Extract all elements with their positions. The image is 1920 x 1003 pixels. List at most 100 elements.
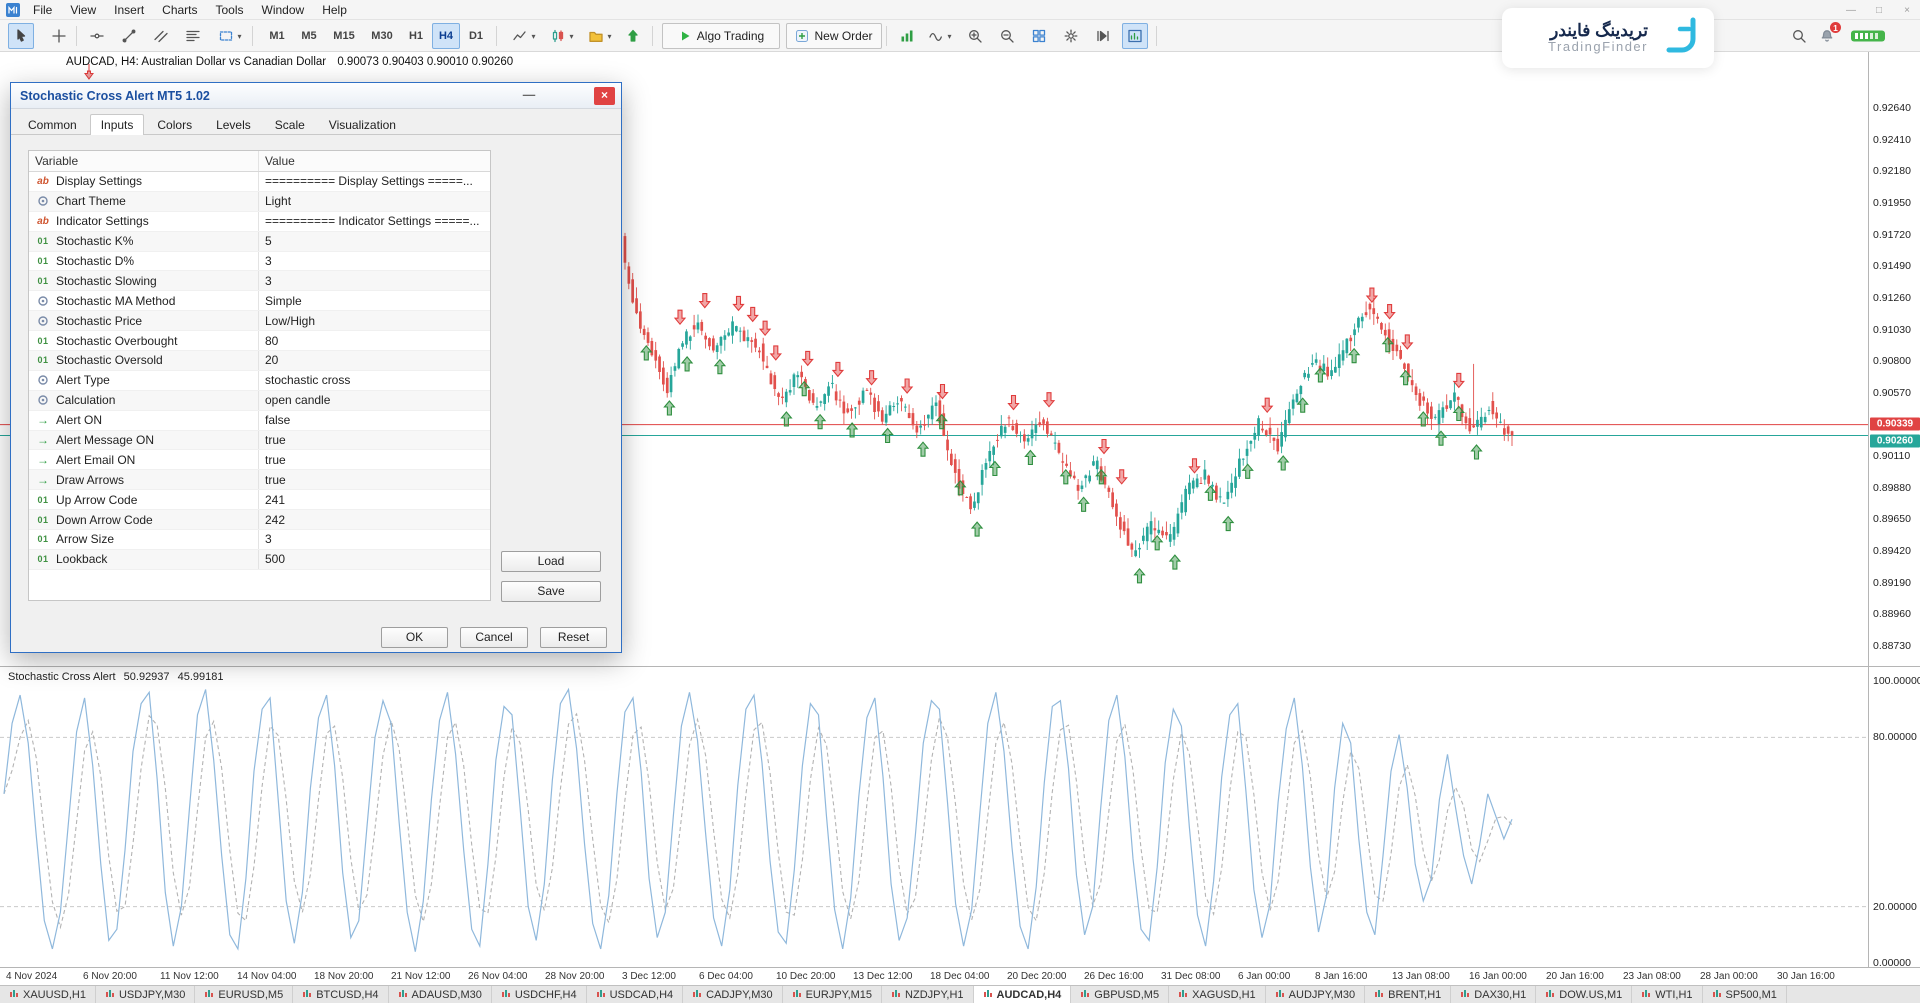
symbol-tab-adausd-m30[interactable]: ADAUSD,M30 [389, 986, 492, 1003]
param-row-up-arrow-code[interactable]: 01Up Arrow Code241 [29, 490, 490, 510]
param-row-alert-type[interactable]: Alert Typestochastic cross [29, 371, 490, 391]
menu-insert[interactable]: Insert [105, 0, 153, 19]
param-value[interactable]: 20 [259, 351, 490, 370]
shapes-tool[interactable]: ▾ [212, 23, 248, 49]
param-value[interactable]: stochastic cross [259, 371, 490, 390]
param-row-alert-on[interactable]: →Alert ONfalse [29, 411, 490, 431]
param-value[interactable]: true [259, 470, 490, 489]
tf-M30[interactable]: M30 [364, 23, 400, 49]
param-value[interactable]: Low/High [259, 311, 490, 330]
param-row-stochastic-ma-method[interactable]: Stochastic MA MethodSimple [29, 291, 490, 311]
new-order-button[interactable]: New Order [786, 23, 882, 49]
tf-D1[interactable]: D1 [462, 23, 490, 49]
param-value[interactable]: 3 [259, 252, 490, 271]
param-value[interactable]: 3 [259, 530, 490, 549]
param-value[interactable]: false [259, 411, 490, 430]
stochastic-panel[interactable]: Stochastic Cross Alert 50.92937 45.99181 [0, 666, 1868, 967]
price-axis[interactable]: 0.926400.924100.921800.919500.917200.914… [1868, 52, 1920, 666]
param-value[interactable]: 5 [259, 232, 490, 251]
param-value[interactable]: 500 [259, 550, 490, 569]
param-row-stochastic-k[interactable]: 01Stochastic K%5 [29, 232, 490, 252]
symbol-tab-xagusd-h1[interactable]: XAGUSD,H1 [1169, 986, 1266, 1003]
dialog-close-icon[interactable]: × [594, 87, 615, 105]
equidistant-channel-tool[interactable] [148, 23, 174, 49]
param-row-alert-email-on[interactable]: →Alert Email ONtrue [29, 450, 490, 470]
param-row-stochastic-d[interactable]: 01Stochastic D%3 [29, 252, 490, 272]
param-value[interactable]: ========== Indicator Settings =====... [259, 212, 490, 231]
param-row-lookback[interactable]: 01Lookback500 [29, 550, 490, 570]
symbol-tab-gbpusd-m5[interactable]: GBPUSD,M5 [1071, 986, 1169, 1003]
connection-status[interactable] [1846, 23, 1890, 49]
param-value[interactable]: true [259, 431, 490, 450]
symbol-tab-usdcad-h4[interactable]: USDCAD,H4 [587, 986, 684, 1003]
symbol-tab-usdchf-h4[interactable]: USDCHF,H4 [492, 986, 587, 1003]
objects-list[interactable]: ▾ [922, 23, 958, 49]
param-value[interactable]: 242 [259, 510, 490, 529]
symbol-tab-eurjpy-m15[interactable]: EURJPY,M15 [783, 986, 882, 1003]
tab-colors[interactable]: Colors [146, 114, 203, 134]
tf-M15[interactable]: M15 [326, 23, 362, 49]
param-value[interactable]: Light [259, 192, 490, 211]
tab-inputs[interactable]: Inputs [90, 114, 145, 135]
algo-trading-button[interactable]: Algo Trading [662, 23, 780, 49]
window-minimize-icon[interactable]: — [1844, 5, 1858, 16]
ok-button[interactable]: OK [381, 627, 448, 648]
time-axis[interactable]: 4 Nov 20246 Nov 20:0011 Nov 12:0014 Nov … [0, 967, 1920, 985]
param-value[interactable]: ========== Display Settings =====... [259, 172, 490, 191]
dialog-titlebar[interactable]: Stochastic Cross Alert MT5 1.02 — × [11, 83, 621, 109]
menu-help[interactable]: Help [313, 0, 356, 19]
param-value[interactable]: 241 [259, 490, 490, 509]
data-window[interactable] [1122, 23, 1148, 49]
param-row-stochastic-oversold[interactable]: 01Stochastic Oversold20 [29, 351, 490, 371]
window-close-icon[interactable]: × [1900, 5, 1914, 16]
menu-file[interactable]: File [24, 0, 61, 19]
step-forward[interactable] [1090, 23, 1116, 49]
chart-shift[interactable] [620, 23, 646, 49]
param-value[interactable]: true [259, 450, 490, 469]
save-button[interactable]: Save [501, 581, 601, 602]
symbol-tab-audjpy-m30[interactable]: AUDJPY,M30 [1266, 986, 1365, 1003]
stochastic-chart[interactable] [0, 667, 1868, 968]
symbol-tab-btcusd-h4[interactable]: BTCUSD,H4 [293, 986, 388, 1003]
menu-window[interactable]: Window [253, 0, 314, 19]
symbol-tab-dax30-h1[interactable]: DAX30,H1 [1451, 986, 1536, 1003]
tile-windows[interactable] [1026, 23, 1052, 49]
symbol-tab-dow-us-m1[interactable]: DOW.US,M1 [1536, 986, 1632, 1003]
param-row-alert-message-on[interactable]: →Alert Message ONtrue [29, 431, 490, 451]
param-value[interactable]: Simple [259, 291, 490, 310]
param-row-indicator-settings[interactable]: abIndicator Settings========== Indicator… [29, 212, 490, 232]
load-button[interactable]: Load [501, 551, 601, 572]
symbol-tab-cadjpy-m30[interactable]: CADJPY,M30 [683, 986, 782, 1003]
param-value[interactable]: 80 [259, 331, 490, 350]
dialog-minimize-icon[interactable]: — [521, 88, 537, 102]
trendline-tool[interactable] [116, 23, 142, 49]
tf-M5[interactable]: M5 [294, 23, 324, 49]
reset-button[interactable]: Reset [540, 627, 607, 648]
param-value[interactable]: 3 [259, 271, 490, 290]
tab-scale[interactable]: Scale [264, 114, 316, 134]
templates-folder[interactable]: ▾ [582, 23, 618, 49]
crosshair-tool[interactable] [46, 23, 72, 49]
indicators[interactable] [894, 23, 920, 49]
cancel-button[interactable]: Cancel [460, 627, 528, 648]
notifications[interactable]: 1 [1814, 23, 1840, 49]
symbol-tab-eurusd-m5[interactable]: EURUSD,M5 [195, 986, 293, 1003]
menu-charts[interactable]: Charts [153, 0, 206, 19]
param-row-stochastic-overbought[interactable]: 01Stochastic Overbought80 [29, 331, 490, 351]
cursor-tool[interactable] [8, 23, 34, 49]
param-row-stochastic-price[interactable]: Stochastic PriceLow/High [29, 311, 490, 331]
param-row-display-settings[interactable]: abDisplay Settings========== Display Set… [29, 172, 490, 192]
candlestick-chart-type[interactable]: ▾ [544, 23, 580, 49]
symbol-tab-brent-h1[interactable]: BRENT,H1 [1365, 986, 1451, 1003]
ea-settings[interactable] [1058, 23, 1084, 49]
tf-H4[interactable]: H4 [432, 23, 460, 49]
symbol-tab-nzdjpy-h1[interactable]: NZDJPY,H1 [882, 986, 973, 1003]
zoom-in[interactable] [962, 23, 988, 49]
tab-common[interactable]: Common [17, 114, 88, 134]
window-maximize-icon[interactable]: □ [1872, 5, 1886, 16]
param-row-draw-arrows[interactable]: →Draw Arrowstrue [29, 470, 490, 490]
param-row-stochastic-slowing[interactable]: 01Stochastic Slowing3 [29, 271, 490, 291]
param-value[interactable]: open candle [259, 391, 490, 410]
symbol-tab-usdjpy-m30[interactable]: USDJPY,M30 [96, 986, 195, 1003]
tf-H1[interactable]: H1 [402, 23, 430, 49]
